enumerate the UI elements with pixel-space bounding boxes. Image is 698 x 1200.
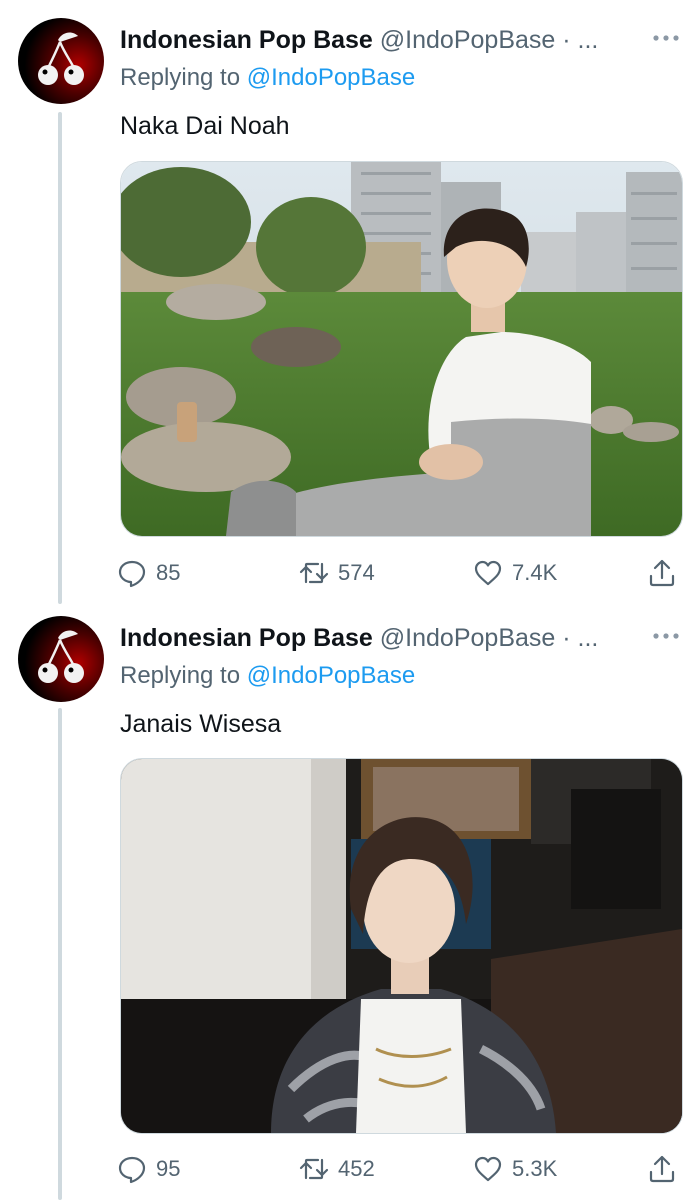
heart-icon	[474, 1156, 502, 1182]
share-button[interactable]	[646, 1152, 678, 1186]
replying-handle-link[interactable]: @IndoPopBase	[247, 64, 415, 91]
tweet-text: Naka Dai Noah	[120, 112, 290, 140]
more-horizontal-icon[interactable]	[650, 626, 682, 646]
user-handle[interactable]: @IndoPopBase · ...	[380, 26, 599, 54]
tweet[interactable]: Indonesian Pop Base @IndoPopBase · ... R…	[0, 18, 698, 596]
photo-indoor-portrait	[121, 759, 682, 1133]
like-button[interactable]: 7.4K	[472, 556, 557, 590]
tweet-header: Indonesian Pop Base @IndoPopBase · ...	[120, 624, 618, 658]
retweet-icon	[299, 1158, 329, 1180]
replying-label: Replying to	[120, 662, 241, 689]
replying-to: Replying to @IndoPopBase	[120, 662, 415, 690]
cherry-icon	[38, 630, 84, 683]
reply-count: 85	[156, 560, 181, 585]
share-icon	[649, 1155, 675, 1183]
tweet-photo[interactable]	[120, 758, 683, 1134]
avatar[interactable]	[18, 616, 104, 702]
retweet-count: 574	[338, 560, 375, 585]
replying-to: Replying to @IndoPopBase	[120, 64, 415, 92]
reply-icon	[118, 1156, 146, 1184]
heart-icon	[474, 560, 502, 586]
like-button[interactable]: 5.3K	[472, 1152, 557, 1186]
share-button[interactable]	[646, 556, 678, 590]
like-count: 5.3K	[512, 1156, 558, 1181]
tweet-header: Indonesian Pop Base @IndoPopBase · ...	[120, 26, 618, 60]
replying-label: Replying to	[120, 64, 241, 91]
like-count: 7.4K	[512, 560, 558, 585]
share-icon	[649, 559, 675, 587]
replying-handle-link[interactable]: @IndoPopBase	[247, 662, 415, 689]
display-name[interactable]: Indonesian Pop Base	[120, 26, 373, 54]
retweet-icon	[299, 562, 329, 584]
cherry-icon	[38, 32, 84, 85]
avatar[interactable]	[18, 18, 104, 104]
retweet-button[interactable]: 574	[298, 556, 375, 590]
display-name[interactable]: Indonesian Pop Base	[120, 624, 373, 652]
user-handle[interactable]: @IndoPopBase · ...	[380, 624, 599, 652]
retweet-count: 452	[338, 1156, 375, 1181]
tweet-text: Janais Wisesa	[120, 710, 282, 738]
reply-icon	[118, 560, 146, 588]
tweet[interactable]: Indonesian Pop Base @IndoPopBase · ... R…	[0, 616, 698, 1200]
reply-count: 95	[156, 1156, 181, 1181]
tweet-actions: 85 574 7.4K	[116, 556, 684, 590]
photo-park-portrait	[121, 162, 682, 536]
tweet-photo[interactable]	[120, 161, 683, 537]
retweet-button[interactable]: 452	[298, 1152, 375, 1186]
tweet-actions: 95 452 5.3K	[116, 1152, 684, 1186]
more-horizontal-icon[interactable]	[650, 28, 682, 48]
reply-button[interactable]: 85	[116, 556, 180, 590]
reply-button[interactable]: 95	[116, 1152, 180, 1186]
